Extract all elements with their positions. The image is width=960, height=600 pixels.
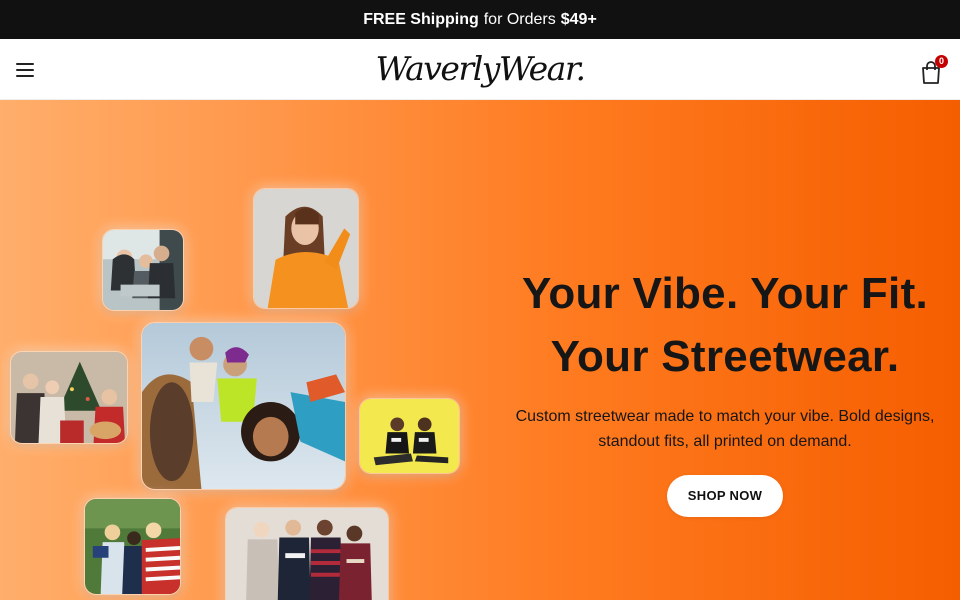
hero-copy: Your Vibe. Your Fit. Your Streetwear. Cu… [490, 262, 960, 517]
family-photo [102, 229, 184, 311]
hero-headline-line2: Your Streetwear. [550, 332, 900, 381]
friends-flag-photo [84, 498, 181, 595]
kids-yellow-photo [359, 398, 460, 474]
cart-count-badge: 0 [935, 55, 948, 68]
hero-section: Your Vibe. Your Fit. Your Streetwear. Cu… [0, 100, 960, 600]
announcement-threshold: $49+ [560, 10, 597, 28]
hero-headline-line1: Your Vibe. Your Fit. [521, 269, 929, 318]
christmas-group-photo [10, 351, 128, 444]
site-header: WaverlyWear. 0 [0, 39, 960, 100]
site-logo[interactable]: WaverlyWear. [0, 49, 960, 88]
announcement-free-shipping: FREE Shipping [363, 10, 479, 28]
friends-skyward-photo [141, 322, 346, 490]
announcement-for-orders: for Orders [483, 10, 556, 28]
shop-now-button[interactable]: SHOP NOW [666, 475, 784, 517]
hero-subtext: Custom streetwear made to match your vib… [515, 408, 935, 450]
group-hoodies-photo [225, 507, 389, 600]
announcement-bar: FREE Shipping for Orders $49+ [0, 0, 960, 39]
woman-orange-sweatshirt-photo [253, 188, 359, 309]
